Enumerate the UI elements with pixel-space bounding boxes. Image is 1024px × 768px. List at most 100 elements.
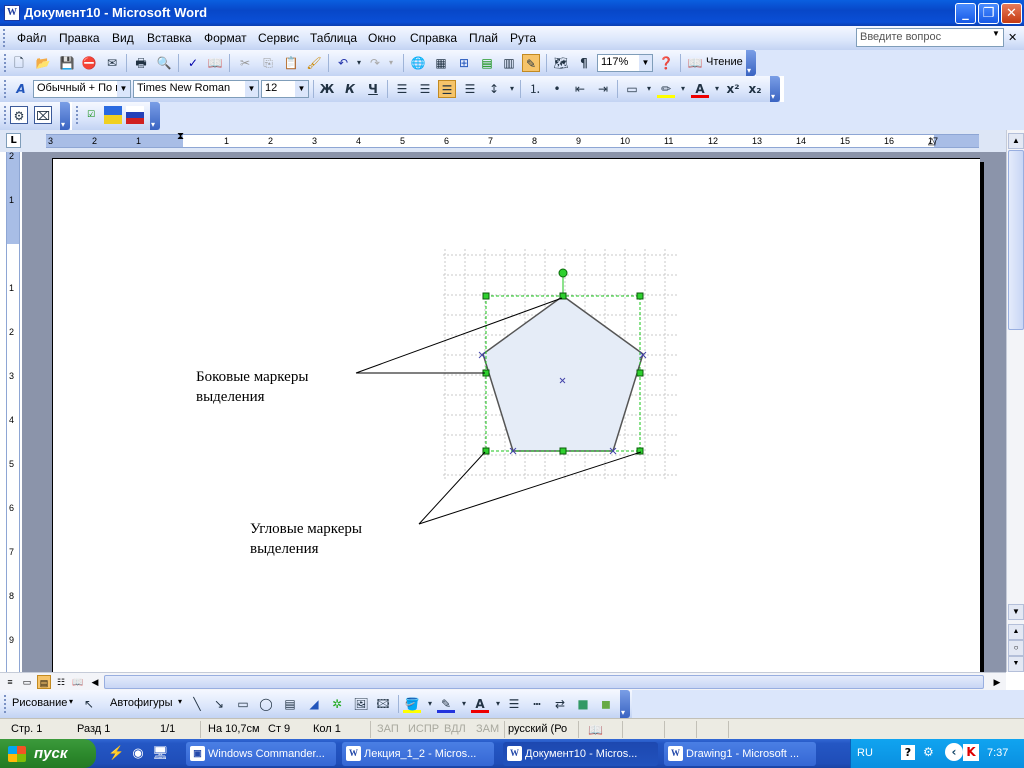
title-bar[interactable]: W Документ10 - Microsoft Word _ ❐ ✕ (0, 0, 1024, 26)
picture-tool-icon[interactable]: 🖾 (374, 695, 392, 713)
line-style-icon[interactable]: ☰ (505, 695, 523, 713)
taskbar-item-commander[interactable]: ▣ Windows Commander... (186, 742, 336, 766)
quicklaunch-desktop-icon[interactable]: 🖥 (152, 745, 169, 761)
drawing-canvas[interactable] (53, 159, 981, 679)
underline-button[interactable]: Ч (364, 80, 382, 98)
rectangle-tool-icon[interactable]: ▭ (234, 695, 252, 713)
select-objects-icon[interactable]: ↖ (80, 695, 98, 713)
decrease-indent-icon[interactable]: ⇤ (571, 80, 589, 98)
reading-mode-label[interactable]: Чтение (706, 56, 743, 68)
status-extend[interactable]: ВДЛ (444, 723, 466, 735)
email-icon[interactable]: ✉ (103, 54, 121, 72)
spelling-icon[interactable]: ✓ (184, 54, 202, 72)
close-doc-icon[interactable]: ✕ (1008, 31, 1017, 44)
settings-tray-icon[interactable]: ⚙ (923, 745, 934, 759)
status-record[interactable]: ЗАП (377, 723, 399, 735)
scroll-thumb[interactable] (1008, 150, 1024, 330)
scroll-down-icon[interactable]: ▼ (1008, 604, 1024, 620)
paste-icon[interactable]: 📋 (282, 54, 300, 72)
autoshapes-menu[interactable]: Автофигуры (110, 697, 173, 709)
scroll-up-icon[interactable]: ▲ (1008, 133, 1024, 149)
draw-font-color-icon[interactable]: A (471, 695, 489, 713)
print-layout-icon[interactable]: ▤ (37, 675, 51, 689)
bold-button[interactable]: Ж (318, 80, 336, 98)
minimize-button[interactable]: _ (955, 3, 976, 24)
print-icon[interactable]: 🖶 (132, 54, 150, 72)
vertical-scrollbar[interactable]: ▲ ▼ ▲ ○ ▼ (1006, 130, 1024, 672)
diagram-tool-icon[interactable]: ✲ (328, 695, 346, 713)
copy-icon[interactable]: ⎘ (259, 54, 277, 72)
ask-question-input[interactable]: Введите вопрос (856, 28, 1004, 47)
menu-edit[interactable]: Правка (59, 31, 100, 45)
help-icon[interactable]: ❓ (657, 54, 675, 72)
right-indent-marker-icon[interactable]: △ (928, 137, 936, 147)
borders-icon[interactable]: ▭ (623, 80, 641, 98)
reading-mode-icon[interactable]: 📖 (686, 54, 704, 72)
zoom-select[interactable]: 117% ▼ (597, 54, 653, 72)
menu-insert[interactable]: Вставка (147, 31, 192, 45)
shadow-style-icon[interactable]: ■ (574, 695, 592, 713)
menu-table[interactable]: Таблица (310, 31, 357, 45)
font-size-select[interactable]: 12 ▼ (261, 80, 309, 98)
taskbar-item-lecture[interactable]: W Лекция_1_2 - Micros... (342, 742, 494, 766)
toolbar-options-icon[interactable] (60, 102, 70, 130)
style-select[interactable]: Обычный + По г ▼ (33, 80, 131, 98)
browse-object-icon[interactable]: ○ (1008, 640, 1024, 656)
taskbar-item-document10[interactable]: W Документ10 - Micros... (503, 742, 658, 766)
status-track-changes[interactable]: ИСПР (408, 723, 439, 735)
quicklaunch-media-icon[interactable]: ◉ (130, 745, 146, 761)
web-view-icon[interactable]: ▭ (20, 675, 34, 689)
menu-format[interactable]: Формат (204, 31, 247, 45)
borders-dropdown-icon[interactable]: ▾ (640, 80, 658, 98)
restore-button[interactable]: ❐ (978, 3, 999, 24)
justify-icon[interactable]: ☰ (461, 80, 479, 98)
arrow-style-icon[interactable]: ⇄ (551, 695, 569, 713)
font-dropdown-icon[interactable]: ▼ (245, 81, 258, 97)
antivirus-tray-icon[interactable]: K (963, 744, 979, 761)
status-overtype[interactable]: ЗАМ (476, 723, 499, 735)
drawing-toggle-icon[interactable]: ✎ (522, 54, 540, 72)
normal-view-icon[interactable]: ≡ (3, 675, 17, 689)
menu-plugin-2[interactable]: Рута (510, 31, 536, 45)
reading-view-icon[interactable]: 📖 (71, 675, 85, 689)
dash-style-icon[interactable]: ┅ (528, 695, 546, 713)
outline-view-icon[interactable]: ☷ (54, 675, 68, 689)
bullets-icon[interactable]: • (548, 80, 566, 98)
styles-pane-icon[interactable]: A (12, 80, 30, 98)
toolbar-options-icon[interactable] (746, 50, 756, 76)
textbox-tool-icon[interactable]: ▤ (281, 695, 299, 713)
cut-icon[interactable]: ✂ (236, 54, 254, 72)
save-icon[interactable]: 💾 (58, 54, 76, 72)
arrow-tool-icon[interactable]: ↘ (210, 695, 228, 713)
style-dropdown-icon[interactable]: ▼ (117, 81, 130, 97)
redo-dropdown-icon[interactable]: ▾ (382, 54, 400, 72)
document-map-icon[interactable]: 🗺 (552, 54, 570, 72)
spellcheck-tool-icon[interactable]: ☑ (82, 106, 100, 124)
h-scroll-thumb[interactable] (104, 675, 984, 689)
tables-borders-icon[interactable]: ▦ (432, 54, 450, 72)
font-select[interactable]: Times New Roman ▼ (133, 80, 259, 98)
menu-plugin-1[interactable]: Плай (469, 31, 498, 45)
increase-indent-icon[interactable]: ⇥ (594, 80, 612, 98)
fill-color-icon[interactable]: 🪣 (403, 695, 421, 713)
toolbar-options-icon[interactable] (620, 690, 630, 718)
collapse-tray-icon[interactable]: ‹ (945, 743, 963, 761)
start-button[interactable]: пуск (0, 739, 96, 768)
autoshapes-dropdown-icon[interactable]: ▾ (178, 697, 182, 706)
tab-selector[interactable]: L (6, 133, 21, 148)
vertical-ruler[interactable]: 2 1 1 2 3 4 5 6 7 8 9 (6, 151, 20, 672)
show-formatting-icon[interactable]: ¶ (575, 54, 593, 72)
status-language[interactable]: русский (Ро (508, 723, 567, 735)
quicklaunch-winamp-icon[interactable]: ⚡ (108, 745, 124, 761)
scroll-right-icon[interactable]: ▶ (990, 675, 1004, 689)
horizontal-ruler[interactable]: 3 2 1 1 2 3 4 5 6 7 8 9 10 11 12 13 14 15 16 17 ⧗ △ (46, 132, 979, 148)
oval-tool-icon[interactable]: ◯ (257, 695, 275, 713)
spelling-status-icon[interactable]: 📖 (588, 723, 603, 737)
horizontal-scrollbar[interactable]: ≡ ▭ ▤ ☷ 📖 ◀ ▶ (0, 672, 1006, 690)
previous-page-icon[interactable]: ▲ (1008, 624, 1024, 640)
numbering-icon[interactable]: ⒈ (526, 80, 544, 98)
toolbar-grip[interactable] (3, 29, 6, 47)
draw-menu[interactable]: Рисование (12, 697, 67, 709)
line-color-icon[interactable]: ✎ (437, 695, 455, 713)
highlight-icon[interactable]: ✏ (657, 80, 675, 98)
